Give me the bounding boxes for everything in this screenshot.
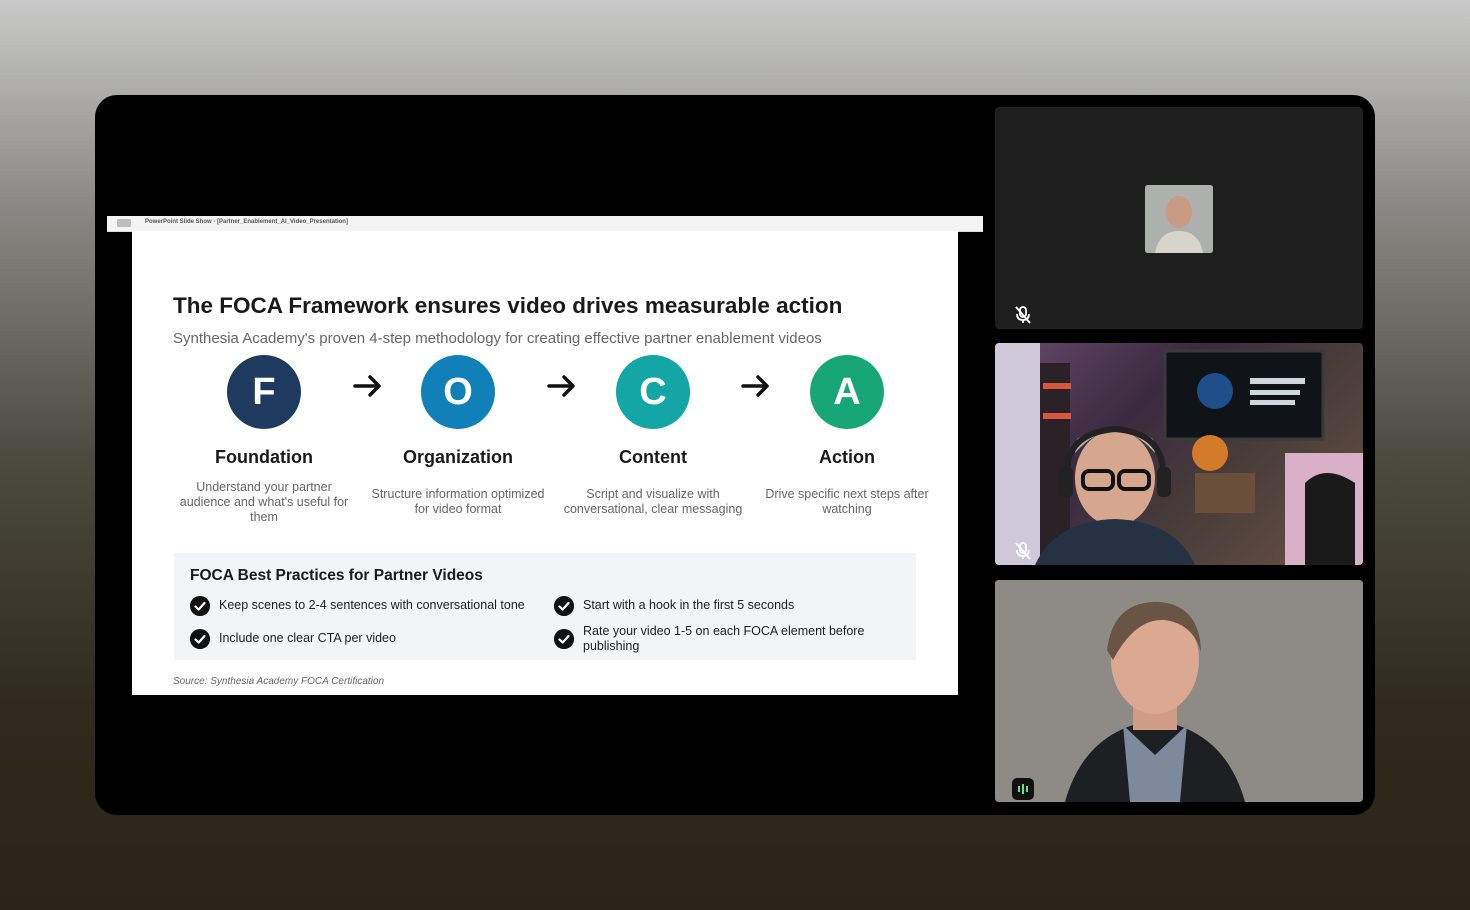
check-circle-icon (554, 596, 574, 616)
step-content: C Content Script and visualize with conv… (558, 355, 748, 517)
practice-text: Keep scenes to 2-4 sentences with conver… (219, 598, 525, 612)
powerpoint-window-title: PowerPoint Slide Show - [Partner_Enablem… (145, 219, 348, 225)
mic-off-icon (1015, 306, 1031, 324)
step-name: Action (819, 447, 875, 467)
step-description: Structure information optimized for vide… (371, 487, 545, 516)
best-practices-title: FOCA Best Practices for Partner Videos (190, 567, 483, 584)
step-name: Organization (402, 447, 513, 467)
step-description: Drive specific next steps after watching (765, 487, 929, 516)
practice-text: Start with a hook in the first 5 seconds (583, 598, 795, 612)
best-practices-box: FOCA Best Practices for Partner Videos K… (174, 553, 916, 660)
step-description: Understand your partner audience and wha… (179, 480, 349, 524)
step-letter-circle: A (810, 355, 884, 429)
step-action: A Action Drive specific next steps after… (752, 355, 942, 517)
practice-text: Include one clear CTA per video (219, 631, 396, 645)
audio-level-icon (1012, 778, 1034, 800)
step-foundation: F Foundation Understand your partner aud… (169, 355, 359, 525)
mic-off-icon (1015, 542, 1031, 560)
participant-photo (1145, 185, 1213, 253)
participant-video (995, 343, 1363, 565)
slide-title: The FOCA Framework ensures video drives … (173, 293, 843, 318)
step-letter-circle: O (421, 355, 495, 429)
check-circle-icon (190, 596, 210, 616)
participant-video (995, 580, 1363, 802)
step-name: Content (619, 447, 687, 467)
step-letter-circle: C (616, 355, 690, 429)
participant-tile-1[interactable] (995, 107, 1363, 329)
check-circle-icon (554, 629, 574, 649)
step-name: Foundation (215, 447, 313, 467)
slide-source: Source: Synthesia Academy FOCA Certifica… (173, 676, 385, 687)
step-letter-circle: F (227, 355, 301, 429)
step-description: Script and visualize with conversational… (563, 487, 743, 516)
check-circle-icon (190, 629, 210, 649)
powerpoint-icon (117, 219, 131, 227)
shared-screen[interactable]: PowerPoint Slide Show - [Partner_Enablem… (107, 216, 983, 695)
presentation-slide: The FOCA Framework ensures video drives … (132, 231, 958, 695)
meeting-window: PowerPoint Slide Show - [Partner_Enablem… (95, 95, 1375, 815)
powerpoint-title-bar: PowerPoint Slide Show - [Partner_Enablem… (107, 216, 983, 232)
avatar (1145, 185, 1213, 253)
participant-tile-2[interactable] (995, 343, 1363, 565)
slide-subtitle: Synthesia Academy's proven 4-step method… (173, 330, 822, 347)
practice-text: Rate your video 1-5 on each FOCA element… (583, 624, 865, 653)
participant-tile-3[interactable] (995, 580, 1363, 802)
step-organization: O Organization Structure information opt… (363, 355, 553, 517)
